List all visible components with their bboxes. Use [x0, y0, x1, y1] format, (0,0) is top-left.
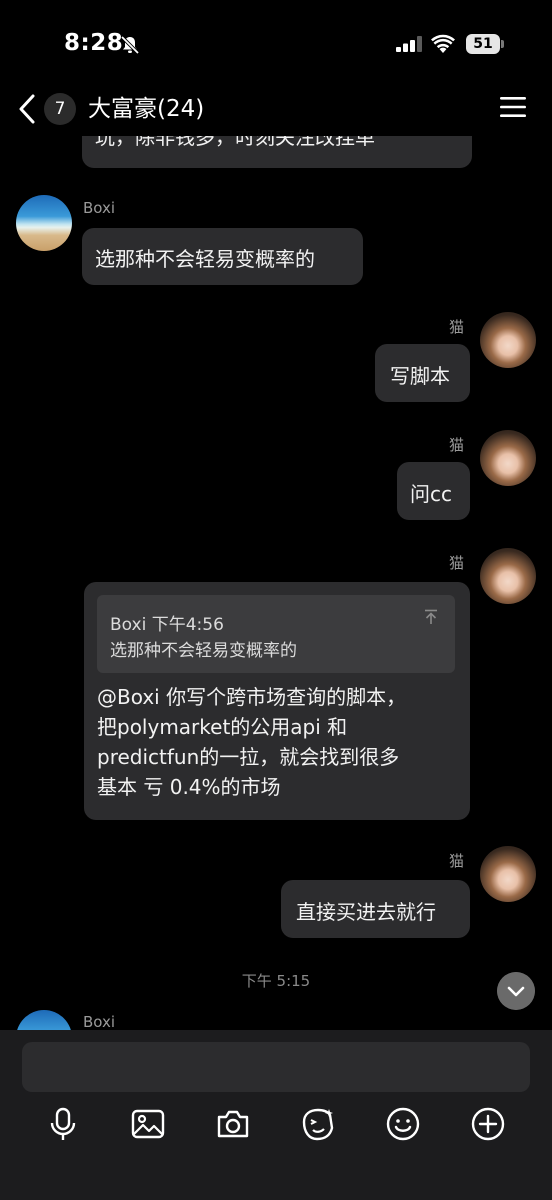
mic-icon[interactable] [45, 1106, 81, 1142]
sender-name: 猫 [448, 852, 464, 870]
emoji-icon[interactable] [385, 1106, 421, 1142]
pin-top-icon[interactable] [423, 609, 439, 625]
message-text: 玩，除非钱多，时刻关注改挂单 [95, 136, 375, 149]
scroll-down-icon[interactable] [497, 972, 535, 1010]
message-text: 问cc [410, 482, 452, 506]
message-text: 选那种不会轻易变概率的 [95, 247, 315, 271]
composer [0, 1030, 552, 1200]
message-bubble[interactable]: 直接买进去就行 [281, 880, 470, 938]
bell-off-icon [120, 35, 140, 55]
status-time: 8:28 [64, 30, 124, 56]
unread-count-badge[interactable]: 7 [44, 93, 76, 125]
chat-header: 7 大富豪(24) [0, 82, 552, 136]
message-bubble[interactable]: Boxi 下午4:56 选那种不会轻易变概率的 @Boxi 你写个跨市场查询的脚… [84, 582, 470, 820]
group-title[interactable]: 大富豪(24) [88, 93, 204, 125]
message-text: 写脚本 [390, 364, 450, 388]
image-icon[interactable] [130, 1106, 166, 1142]
quoted-message[interactable]: Boxi 下午4:56 选那种不会轻易变概率的 [97, 595, 455, 673]
battery-icon: 51 [466, 34, 504, 54]
message-bubble[interactable]: 写脚本 [375, 344, 470, 402]
back-icon[interactable] [16, 92, 40, 126]
quote-author-time: Boxi 下午4:56 [110, 615, 224, 635]
avatar[interactable] [480, 846, 536, 902]
message-bubble[interactable]: 问cc [397, 462, 470, 520]
avatar[interactable] [16, 1010, 72, 1030]
sticker-icon[interactable] [300, 1106, 336, 1142]
wifi-icon [431, 34, 455, 53]
sender-name: 猫 [448, 436, 464, 454]
message-text: @Boxi 你写个跨市场查询的脚本， 把polymarket的公用api 和 p… [97, 685, 407, 799]
menu-icon[interactable] [500, 96, 526, 118]
message-bubble[interactable]: 选那种不会轻易变概率的 [82, 228, 363, 285]
message-bubble[interactable]: 玩，除非钱多，时刻关注改挂单 [82, 136, 472, 168]
message-text: 直接买进去就行 [296, 900, 436, 924]
sender-name: 猫 [448, 318, 464, 336]
sender-name: Boxi [83, 199, 116, 217]
quote-text: 选那种不会轻易变概率的 [110, 641, 297, 661]
signal-icon [396, 36, 422, 52]
avatar[interactable] [16, 195, 72, 251]
avatar[interactable] [480, 548, 536, 604]
sender-name: 猫 [448, 554, 464, 572]
avatar[interactable] [480, 312, 536, 368]
message-input[interactable] [22, 1042, 530, 1092]
sender-name: Boxi [83, 1013, 116, 1030]
message-list[interactable]: 玩，除非钱多，时刻关注改挂单 Boxi 选那种不会轻易变概率的 猫 写脚本 猫 … [0, 136, 552, 1030]
camera-icon[interactable] [215, 1106, 251, 1142]
plus-icon[interactable] [470, 1106, 506, 1142]
status-bar: 8:28 51 [0, 0, 552, 90]
avatar[interactable] [480, 430, 536, 486]
time-separator: 下午 5:15 [241, 972, 311, 990]
battery-level: 51 [466, 34, 500, 54]
battery-tip [501, 40, 504, 48]
